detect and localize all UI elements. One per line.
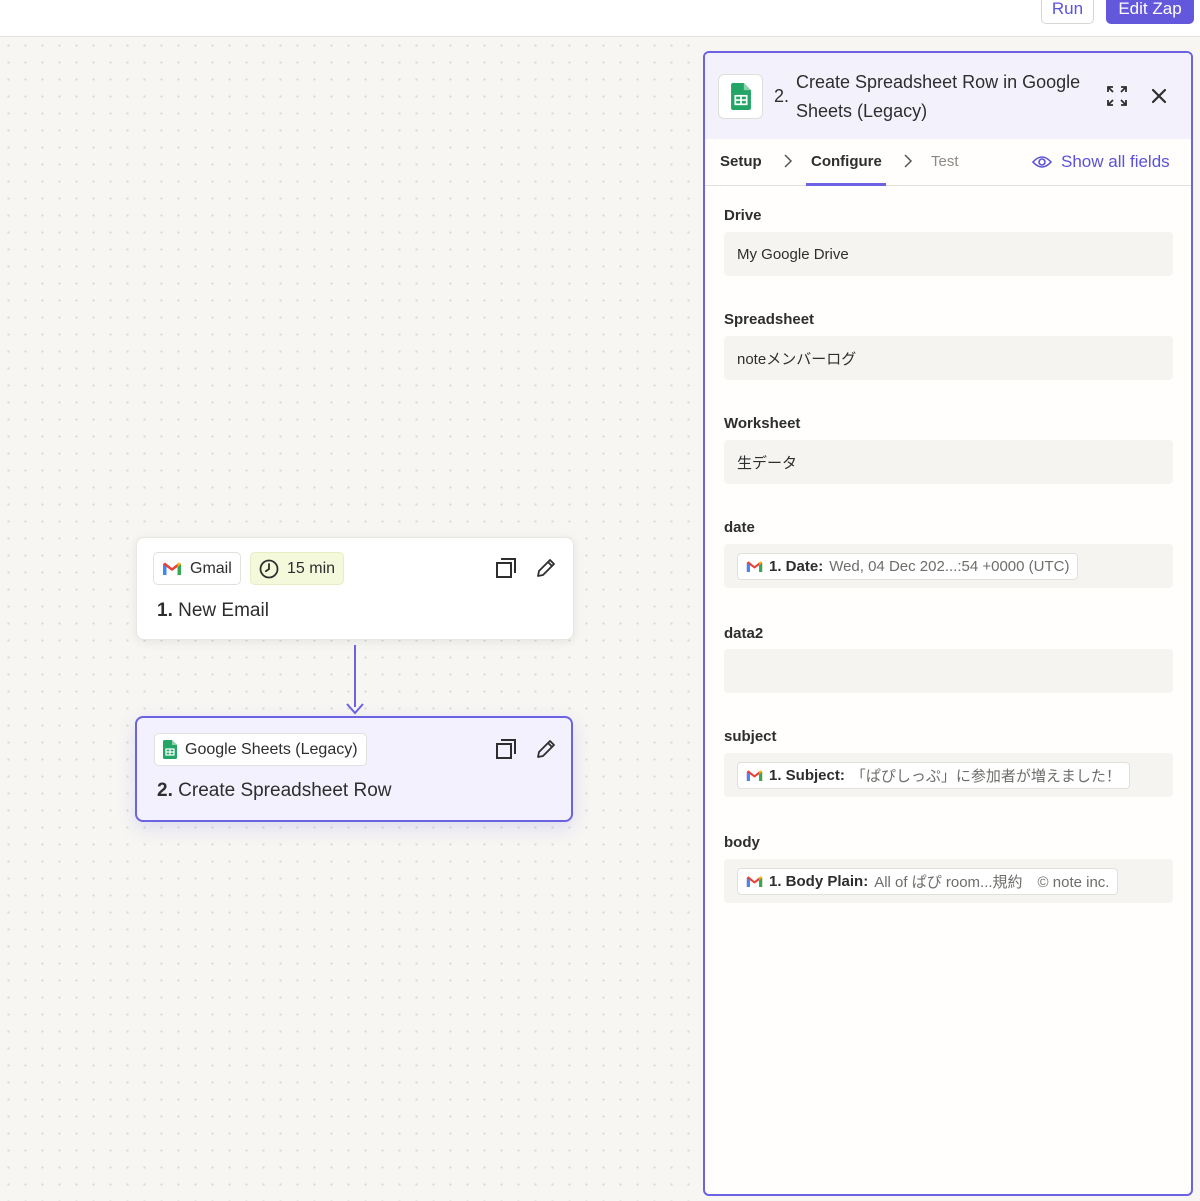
edit-pencil-icon[interactable] bbox=[534, 556, 558, 580]
pill-value: 「ぱぴしっぷ」に参加者が増えました！ bbox=[850, 767, 1121, 785]
expand-icon[interactable] bbox=[1104, 83, 1130, 109]
pill-key: 1. Body Plain: bbox=[769, 872, 869, 890]
gmail-icon bbox=[746, 560, 763, 572]
step-number: 1. bbox=[157, 600, 173, 621]
tab-setup[interactable]: Setup bbox=[720, 153, 762, 170]
step-name: Create Spreadsheet Row bbox=[178, 780, 392, 801]
schedule-chip: 15 min bbox=[250, 552, 345, 585]
step-tabs: Setup Configure Test Show all fields bbox=[705, 139, 1191, 186]
field-label-data2: data2 bbox=[724, 625, 764, 642]
pill-key: 1. Subject: bbox=[769, 766, 845, 784]
tab-configure[interactable]: Configure bbox=[811, 153, 882, 170]
panel-step-number: 2. bbox=[774, 86, 790, 106]
app-chip-gmail: Gmail bbox=[153, 552, 241, 585]
field-label-worksheet: Worksheet bbox=[724, 415, 801, 432]
clock-icon bbox=[259, 559, 279, 578]
panel-header: 2. Create Spreadsheet Row in Google Shee… bbox=[705, 53, 1191, 139]
close-icon[interactable] bbox=[1146, 83, 1172, 109]
edit-pencil-icon[interactable] bbox=[534, 737, 558, 761]
spreadsheet-field[interactable]: noteメンバーログ bbox=[724, 336, 1173, 380]
duplicate-icon[interactable] bbox=[494, 556, 518, 580]
schedule-label: 15 min bbox=[287, 559, 336, 577]
field-label-body: body bbox=[724, 834, 760, 851]
gmail-icon bbox=[746, 769, 763, 781]
step-name: New Email bbox=[178, 600, 269, 621]
mapped-value-pill[interactable]: 1. Date: Wed, 04 Dec 202...:54 +0000 (UT… bbox=[737, 552, 1079, 580]
pill-value: All of ぱぴ room...規約 © note inc. bbox=[874, 873, 1110, 891]
tab-test[interactable]: Test bbox=[931, 153, 959, 170]
mapped-value-pill[interactable]: 1. Subject: 「ぱぴしっぷ」に参加者が増えました！ bbox=[737, 761, 1130, 789]
show-all-fields-button[interactable]: Show all fields bbox=[1032, 152, 1170, 172]
top-bar: Run Edit Zap bbox=[0, 0, 1200, 37]
field-label-spreadsheet: Spreadsheet bbox=[724, 311, 815, 328]
subject-field[interactable]: 1. Subject: 「ぱぴしっぷ」に参加者が増えました！ bbox=[724, 753, 1173, 797]
step-node-google-sheets[interactable]: Google Sheets (Legacy) 2. Create Spreads… bbox=[135, 716, 573, 822]
field-label-drive: Drive bbox=[724, 207, 762, 224]
drive-field[interactable]: My Google Drive bbox=[724, 232, 1173, 276]
eye-icon bbox=[1032, 156, 1052, 168]
step-number: 2. bbox=[157, 780, 173, 801]
app-chip-label: Gmail bbox=[190, 559, 232, 577]
gmail-icon bbox=[746, 875, 763, 887]
date-field[interactable]: 1. Date: Wed, 04 Dec 202...:54 +0000 (UT… bbox=[724, 544, 1173, 588]
gmail-icon bbox=[163, 562, 181, 575]
connector-line bbox=[354, 645, 356, 707]
step-title: 2. Create Spreadsheet Row bbox=[157, 780, 391, 802]
google-sheets-icon bbox=[730, 83, 751, 110]
show-all-fields-label: Show all fields bbox=[1061, 152, 1170, 171]
pill-value: Wed, 04 Dec 202...:54 +0000 (UTC) bbox=[829, 557, 1070, 575]
app-tile bbox=[718, 74, 763, 119]
step-node-gmail[interactable]: Gmail 15 min 1. New Email bbox=[136, 537, 574, 640]
chevron-right-icon bbox=[784, 154, 793, 168]
field-label-date: date bbox=[724, 519, 755, 536]
panel-title: Create Spreadsheet Row in Google Sheets … bbox=[796, 72, 1081, 121]
step-editor-panel: 2. Create Spreadsheet Row in Google Shee… bbox=[703, 51, 1193, 1196]
active-tab-indicator bbox=[806, 183, 886, 186]
edit-zap-button[interactable]: Edit Zap bbox=[1106, 0, 1194, 24]
run-button[interactable]: Run bbox=[1041, 0, 1094, 24]
data2-field[interactable] bbox=[724, 649, 1173, 693]
mapped-value-pill[interactable]: 1. Body Plain: All of ぱぴ room...規約 © not… bbox=[737, 867, 1119, 895]
arrow-down-icon bbox=[346, 703, 364, 715]
chevron-right-icon bbox=[904, 154, 913, 168]
duplicate-icon[interactable] bbox=[494, 737, 518, 761]
body-field[interactable]: 1. Body Plain: All of ぱぴ room...規約 © not… bbox=[724, 859, 1173, 903]
worksheet-field[interactable]: 生データ bbox=[724, 440, 1173, 484]
field-label-subject: subject bbox=[724, 728, 777, 745]
app-chip-label: Google Sheets (Legacy) bbox=[185, 740, 358, 758]
step-title: 1. New Email bbox=[157, 600, 269, 622]
google-sheets-icon bbox=[163, 740, 177, 759]
pill-key: 1. Date: bbox=[769, 557, 824, 575]
app-chip-google-sheets: Google Sheets (Legacy) bbox=[154, 733, 367, 766]
